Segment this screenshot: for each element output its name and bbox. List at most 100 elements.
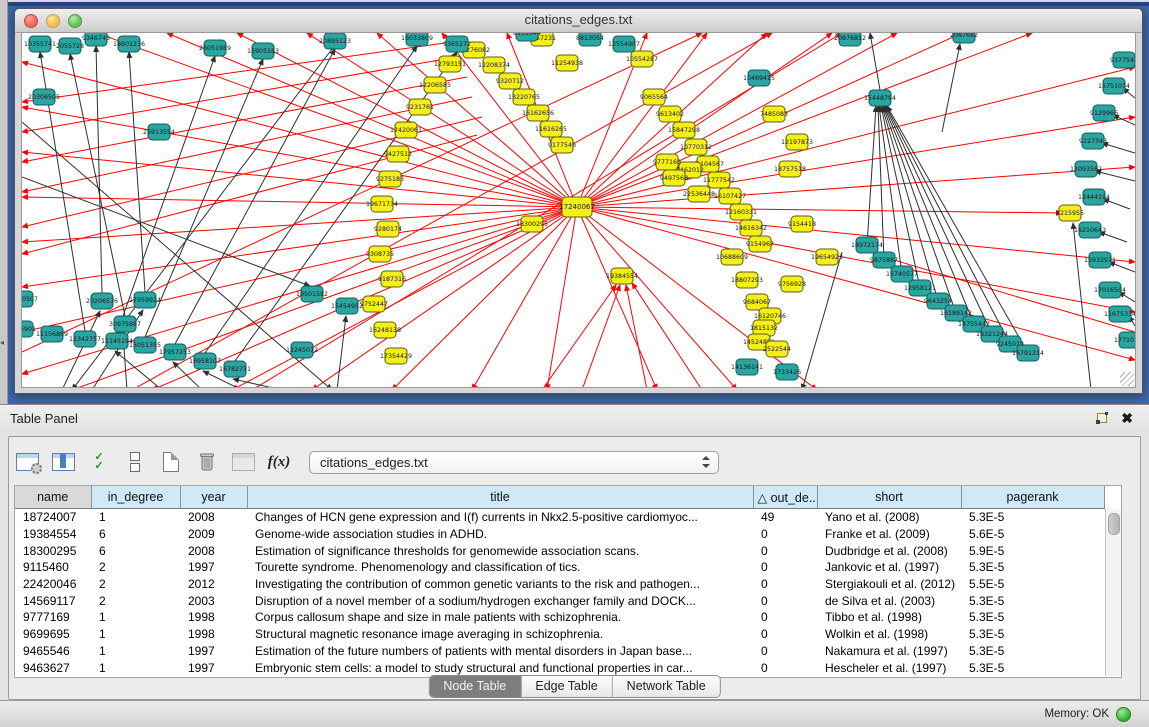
- graph-node[interactable]: 15448794: [864, 90, 896, 106]
- graph-node[interactable]: 18972174: [851, 237, 883, 253]
- table-cell[interactable]: Franke et al. (2009): [817, 526, 961, 543]
- select-rows-icon[interactable]: ✓✓: [87, 449, 111, 475]
- table-cell[interactable]: 2008: [180, 509, 247, 526]
- graph-node[interactable]: 18807293: [731, 272, 763, 288]
- graph-node[interactable]: 20206576: [86, 293, 118, 309]
- table-cell[interactable]: 1997: [180, 659, 247, 676]
- graph-node[interactable]: 9756928: [778, 276, 806, 292]
- graph-edge[interactable]: [577, 207, 1135, 312]
- table-cell[interactable]: 5.3E-5: [961, 559, 1104, 576]
- table-cell[interactable]: 0: [753, 526, 817, 543]
- graph-edge[interactable]: [577, 167, 1135, 207]
- table-row[interactable]: 977716911998Corpus callosum shape and si…: [15, 609, 1104, 626]
- graph-node[interactable]: 12420061: [390, 122, 422, 138]
- graph-node[interactable]: 9427512: [384, 146, 412, 162]
- graph-node[interactable]: 9187316: [378, 271, 406, 287]
- graph-edge[interactable]: [577, 207, 1062, 213]
- table-cell[interactable]: 49: [753, 509, 817, 526]
- graph-node[interactable]: 9613402: [656, 106, 684, 122]
- table-cell[interactable]: 1: [91, 626, 180, 643]
- column-header-in_degree[interactable]: in_degree: [91, 486, 180, 509]
- graph-node[interactable]: 3915901: [22, 321, 36, 337]
- graph-node[interactable]: 17240067: [559, 197, 595, 217]
- column-header-title[interactable]: title: [247, 486, 753, 509]
- table-cell[interactable]: 5.9E-5: [961, 542, 1104, 559]
- graph-node[interactable]: 17016504: [1094, 282, 1126, 298]
- table-cell[interactable]: 5.3E-5: [961, 609, 1104, 626]
- table-row[interactable]: 1872400712008Changes of HCN gene express…: [15, 509, 1104, 526]
- table-cell[interactable]: 9465546: [15, 643, 91, 660]
- table-cell[interactable]: 6: [91, 526, 180, 543]
- graph-node[interactable]: 22536448: [683, 186, 715, 202]
- graph-node[interactable]: 18300295: [516, 216, 548, 232]
- graph-node[interactable]: 12342757: [69, 331, 101, 347]
- table-scrollbar-thumb[interactable]: [1108, 513, 1120, 535]
- table-cell[interactable]: 0: [753, 626, 817, 643]
- graph-node[interactable]: 9308735: [366, 246, 394, 262]
- table-cell[interactable]: 2009: [180, 526, 247, 543]
- graph-edge[interactable]: [62, 311, 100, 387]
- graph-edge[interactable]: [22, 107, 577, 207]
- rows-icon[interactable]: [123, 449, 147, 475]
- table-cell[interactable]: Hescheler et al. (1997): [817, 659, 961, 676]
- graph-node[interactable]: 18601236: [113, 36, 145, 52]
- graph-node[interactable]: 9875887: [870, 252, 898, 268]
- table-cell[interactable]: 2008: [180, 542, 247, 559]
- table-cell[interactable]: 1: [91, 643, 180, 660]
- table-row[interactable]: 1456911722003Disruption of a novel membe…: [15, 592, 1104, 609]
- graph-node[interactable]: 1733426: [773, 364, 801, 380]
- new-column-icon[interactable]: [159, 449, 183, 475]
- graph-node[interactable]: 20306505: [28, 89, 60, 105]
- graph-edge[interactable]: [577, 207, 737, 387]
- graph-node[interactable]: 9752447: [360, 296, 388, 312]
- table-cell[interactable]: Embryonic stem cells: a model to study s…: [247, 659, 753, 676]
- table-cell[interactable]: Estimation of the future numbers of pati…: [247, 643, 753, 660]
- table-cell[interactable]: Jankovic et al. (1997): [817, 559, 961, 576]
- graph-node[interactable]: 12554907: [608, 36, 640, 52]
- table-cell[interactable]: 1: [91, 659, 180, 676]
- table-cell[interactable]: 1: [91, 509, 180, 526]
- graph-edge[interactable]: [870, 33, 880, 90]
- graph-node[interactable]: 25060507: [22, 291, 38, 307]
- graph-node[interactable]: 8131044: [513, 33, 541, 41]
- graph-node[interactable]: 9365272: [443, 36, 471, 52]
- table-cell[interactable]: 9777169: [15, 609, 91, 626]
- collapsed-panel-strip[interactable]: ◂: [0, 0, 8, 404]
- graph-node[interactable]: 9377541: [1110, 52, 1135, 68]
- table-cell[interactable]: 5.5E-5: [961, 576, 1104, 593]
- graph-node[interactable]: 14616342: [735, 220, 767, 236]
- graph-node[interactable]: 12206585: [419, 77, 451, 93]
- graph-edge[interactable]: [942, 44, 960, 132]
- graph-node[interactable]: 15751074: [1098, 78, 1130, 94]
- graph-node[interactable]: 10770312: [680, 139, 712, 155]
- graph-edge[interactable]: [802, 252, 842, 387]
- table-cell[interactable]: Nakamura et al. (1997): [817, 643, 961, 660]
- graph-node[interactable]: 11675334: [1104, 306, 1135, 322]
- function-builder-icon[interactable]: f(x): [267, 449, 291, 475]
- table-cell[interactable]: Wolkin et al. (1998): [817, 626, 961, 643]
- table-cell[interactable]: Genome-wide association studies in ADHD.: [247, 526, 753, 543]
- graph-node[interactable]: 9154967: [746, 236, 774, 252]
- table-cell[interactable]: 14569117: [15, 592, 91, 609]
- table-scrollbar[interactable]: [1105, 509, 1121, 676]
- network-canvas[interactable]: 1724006712793151122065859231761124200619…: [21, 32, 1136, 388]
- graph-edge[interactable]: [235, 52, 457, 361]
- table-row[interactable]: 1938455462009Genome-wide association stu…: [15, 526, 1104, 543]
- graph-node[interactable]: 9346743: [82, 33, 110, 46]
- table-source-select[interactable]: citations_edges.txt: [309, 451, 719, 474]
- graph-node[interactable]: 16248138: [369, 322, 401, 338]
- graph-node[interactable]: 16162656: [522, 105, 554, 121]
- graph-node[interactable]: 9320712: [496, 73, 524, 89]
- tab-node-table[interactable]: Node Table: [429, 676, 521, 697]
- graph-node[interactable]: 9065564: [640, 89, 668, 105]
- graph-edge[interactable]: [577, 207, 1135, 262]
- graph-edge[interactable]: [115, 351, 162, 387]
- graph-node[interactable]: 14136141: [731, 359, 763, 375]
- column-header-year[interactable]: year: [180, 486, 247, 509]
- table-cell[interactable]: Tibbo et al. (1998): [817, 609, 961, 626]
- table-cell[interactable]: 1998: [180, 626, 247, 643]
- graph-node[interactable]: 20895123: [319, 33, 351, 49]
- graph-node[interactable]: 9177546: [548, 137, 576, 153]
- graph-node[interactable]: 9280174: [374, 221, 402, 237]
- graph-edge[interactable]: [22, 207, 577, 287]
